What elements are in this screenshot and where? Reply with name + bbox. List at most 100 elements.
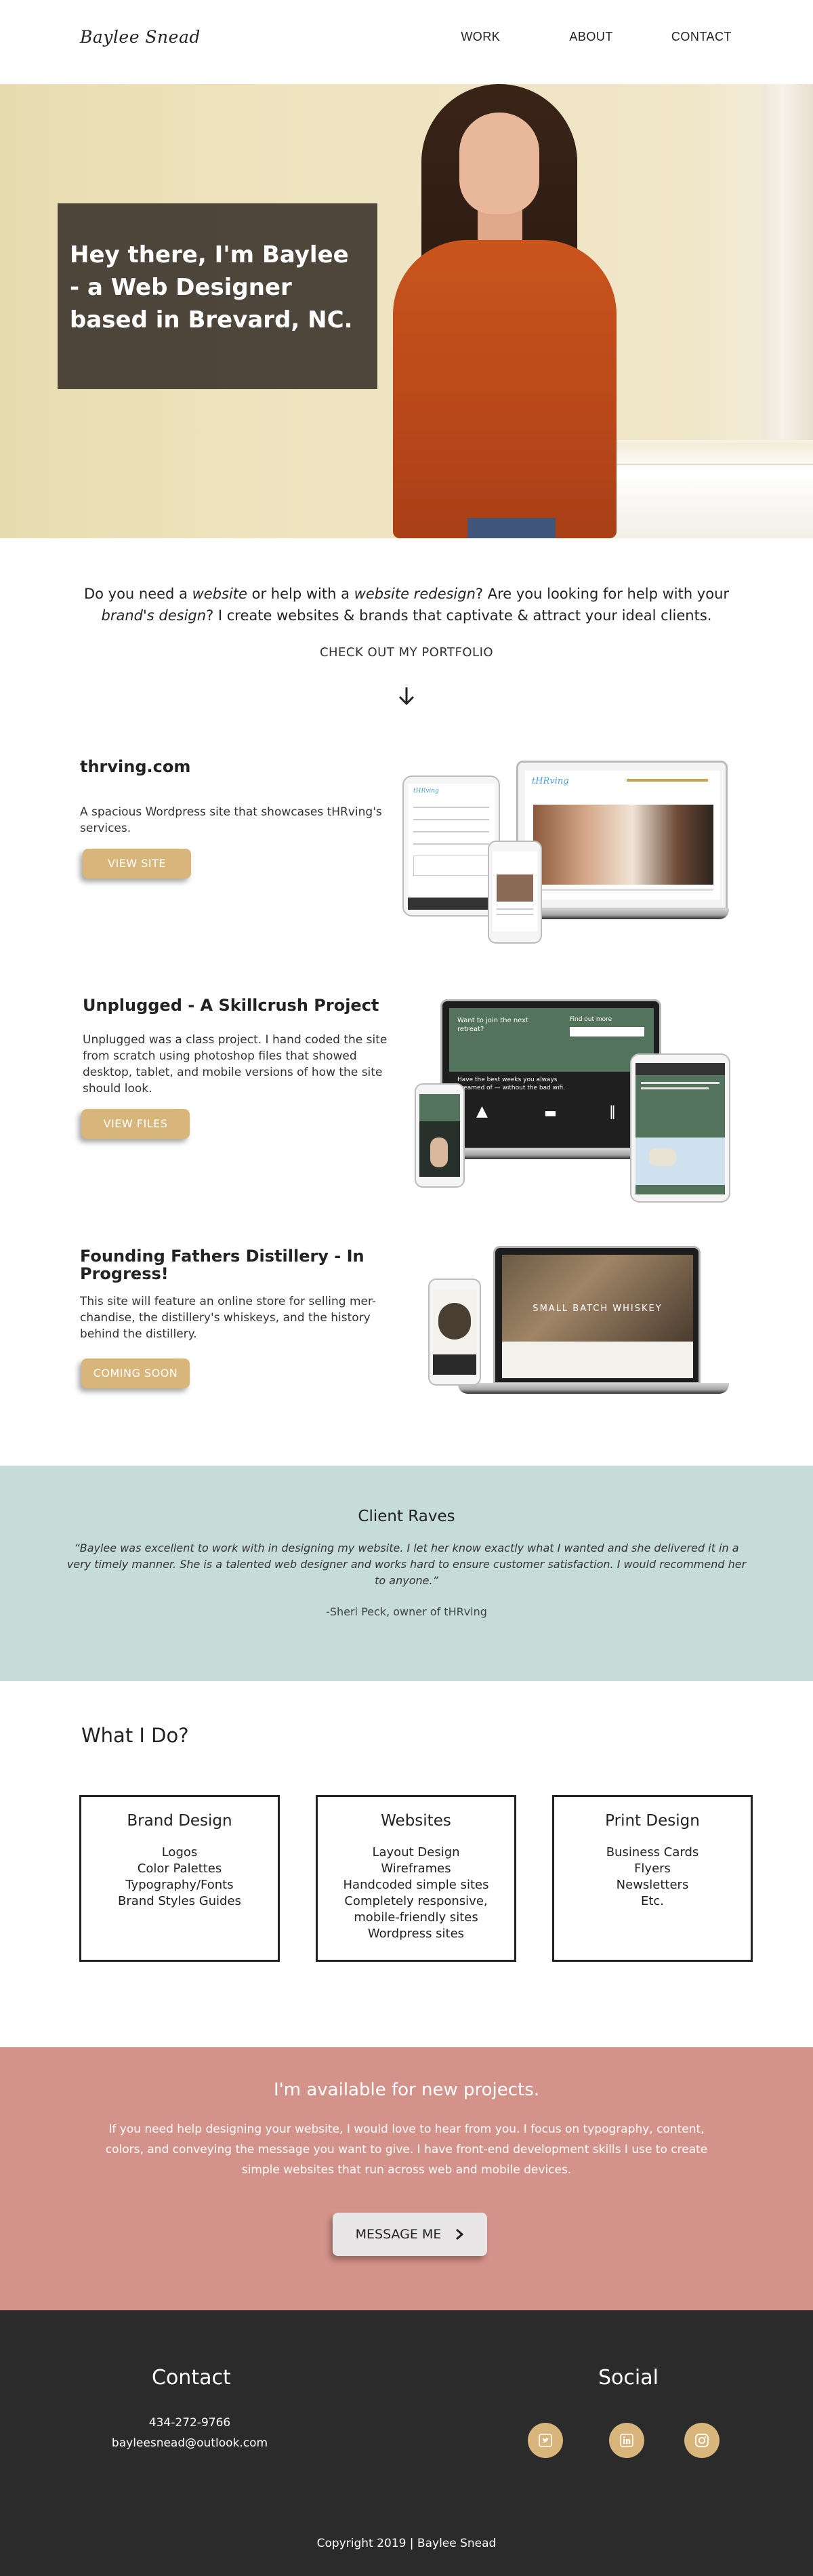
twitter-icon-button[interactable] xyxy=(528,2423,563,2458)
instagram-icon-button[interactable] xyxy=(684,2423,720,2458)
unplugged-mockup: Want to join the next retreat? Find out … xyxy=(400,999,732,1204)
thrving-phone-view xyxy=(493,851,537,931)
thrving-logo-mock: tHRving xyxy=(413,788,439,794)
distillery-content-mock xyxy=(502,1342,693,1378)
service-item: Etc. xyxy=(640,1894,665,1908)
portfolio-link[interactable]: CHECK OUT MY PORTFOLIO xyxy=(320,645,493,660)
intro-section: Do you need a website or help with a web… xyxy=(0,583,813,706)
tablet-footer-mock xyxy=(408,898,495,910)
form-line xyxy=(413,843,489,845)
form-line xyxy=(413,807,489,808)
message-me-label: MESSAGE ME xyxy=(355,2227,442,2242)
thrving-hero-photo xyxy=(533,805,713,885)
service-item: Business Cards xyxy=(606,1845,699,1859)
tablet-nav-mock xyxy=(635,1063,725,1075)
site-footer: Contact 434-272-9766 bayleesnead@outlook… xyxy=(0,2310,813,2576)
form-line xyxy=(413,819,489,820)
unplugged-heading-mock: Want to join the next retreat? xyxy=(457,1017,528,1033)
signup-field-mock xyxy=(570,1027,644,1037)
mountain-icon: ▲ xyxy=(476,1103,488,1120)
thrving-desktop-view: tHRving xyxy=(525,771,720,900)
linkedin-icon xyxy=(620,2434,633,2447)
footer-phone[interactable]: 434-272-9766 xyxy=(0,2416,379,2430)
intro-emphasis: website redesign xyxy=(354,586,476,602)
service-item: Handcoded simple sites xyxy=(343,1878,489,1892)
service-card-title: Brand Design xyxy=(127,1812,232,1830)
view-files-button[interactable]: VIEW FILES xyxy=(81,1109,190,1139)
thrving-laptop-base xyxy=(509,908,729,919)
availability-title: I'm available for new projects. xyxy=(273,2080,540,2100)
footer-contact-title: Contact xyxy=(152,2366,231,2390)
hero-headline-card: Hey there, I'm Baylee - a Web Designer b… xyxy=(58,203,377,389)
service-item: Typography/Fonts xyxy=(125,1878,234,1892)
instagram-icon xyxy=(695,2434,709,2447)
raves-title: Client Raves xyxy=(358,1508,455,1525)
thrving-tablet-view: tHRving xyxy=(408,784,495,910)
bed-icon: ▬ xyxy=(544,1104,557,1121)
map-land-mock xyxy=(649,1148,676,1166)
intro-line-2: brand's design? I create websites & bran… xyxy=(0,605,813,626)
service-card-title: Websites xyxy=(381,1812,451,1830)
arrow-down-icon[interactable] xyxy=(395,685,418,708)
coming-soon-button[interactable]: COMING SOON xyxy=(81,1359,190,1388)
nav-contact[interactable]: CONTACT xyxy=(671,30,732,44)
phone-text-line xyxy=(497,914,533,915)
distillery-mockup: SMALL BATCH WHISKEY xyxy=(428,1246,729,1399)
availability-text: If you need help designing your website,… xyxy=(105,2122,708,2177)
linkedin-icon-button[interactable] xyxy=(609,2423,644,2458)
unplugged-phone-view xyxy=(419,1094,460,1177)
distillery-heading-mock: SMALL BATCH WHISKEY xyxy=(533,1304,663,1314)
intro-text: or help with a xyxy=(247,586,354,602)
nav-about[interactable]: ABOUT xyxy=(569,30,613,44)
availability-section: I'm available for new projects. If you n… xyxy=(0,2047,813,2310)
service-card-brand-design: Brand Design Logos Color Palettes Typogr… xyxy=(79,1795,280,1962)
service-item: Completely responsive, xyxy=(344,1894,488,1908)
form-textarea xyxy=(413,856,489,876)
distillery-hero-photo xyxy=(502,1255,693,1342)
unplugged-phone xyxy=(415,1083,465,1188)
thrving-logo-mock: tHRving xyxy=(532,776,569,786)
phone-person-mock xyxy=(430,1138,448,1167)
distillery-badge-mock xyxy=(438,1303,471,1340)
message-me-button[interactable]: MESSAGE ME xyxy=(333,2213,487,2256)
distillery-laptop-screen: SMALL BATCH WHISKEY xyxy=(493,1246,701,1384)
phone-photo-mock xyxy=(497,874,533,902)
twitter-icon xyxy=(539,2434,552,2447)
service-item: mobile-friendly sites xyxy=(354,1910,478,1925)
project-title-unplugged: Unplugged - A Skillcrush Project xyxy=(83,996,379,1015)
project-desc-distillery: This site will feature an online store f… xyxy=(80,1295,377,1341)
service-item: Layout Design xyxy=(372,1845,460,1859)
service-item: Brand Styles Guides xyxy=(118,1894,241,1908)
project-title-thrving: thrving.com xyxy=(80,757,191,776)
footer-copyright: Copyright 2019 | Baylee Snead xyxy=(316,2537,497,2550)
form-line xyxy=(413,831,489,832)
site-logo[interactable]: Baylee Snead xyxy=(80,27,201,47)
service-item: Flyers xyxy=(634,1861,671,1876)
distillery-phone-footer xyxy=(433,1354,476,1375)
portrait-sweater xyxy=(393,240,617,538)
thrving-laptop-screen: tHRving xyxy=(516,761,728,910)
chevron-right-icon xyxy=(456,2228,464,2240)
client-raves-section: Client Raves “Baylee was excellent to wo… xyxy=(0,1466,813,1681)
service-card-list: Business Cards Flyers Newsletters Etc. xyxy=(554,1845,751,1910)
service-item: Wireframes xyxy=(381,1861,451,1876)
service-card-websites: Websites Layout Design Wireframes Handco… xyxy=(316,1795,516,1962)
service-item: Wordpress sites xyxy=(367,1927,465,1941)
unplugged-signup-mock: Find out more xyxy=(570,1016,612,1023)
intro-text: ? I create websites & brands that captiv… xyxy=(206,607,712,624)
distillery-laptop-base xyxy=(458,1383,729,1394)
view-site-button[interactable]: VIEW SITE xyxy=(83,849,191,879)
footer-email[interactable]: bayleesnead@outlook.com xyxy=(0,2436,379,2450)
distillery-phone xyxy=(428,1279,481,1386)
intro-text: ? Are you looking for help with your xyxy=(475,586,730,602)
thrving-text-line xyxy=(533,889,713,891)
thrving-mockup: tHRving tHRving xyxy=(402,761,729,944)
site-header: Baylee Snead WORK ABOUT CONTACT xyxy=(0,0,813,84)
unplugged-tablet xyxy=(630,1053,730,1203)
service-card-list: Layout Design Wireframes Handcoded simpl… xyxy=(318,1845,514,1942)
tablet-text-line xyxy=(641,1087,709,1089)
nav-work[interactable]: WORK xyxy=(461,30,500,44)
dining-icon: ‖ xyxy=(609,1103,616,1119)
intro-text: Do you need a xyxy=(83,586,192,602)
unplugged-desktop-view: Want to join the next retreat? Find out … xyxy=(449,1008,654,1144)
